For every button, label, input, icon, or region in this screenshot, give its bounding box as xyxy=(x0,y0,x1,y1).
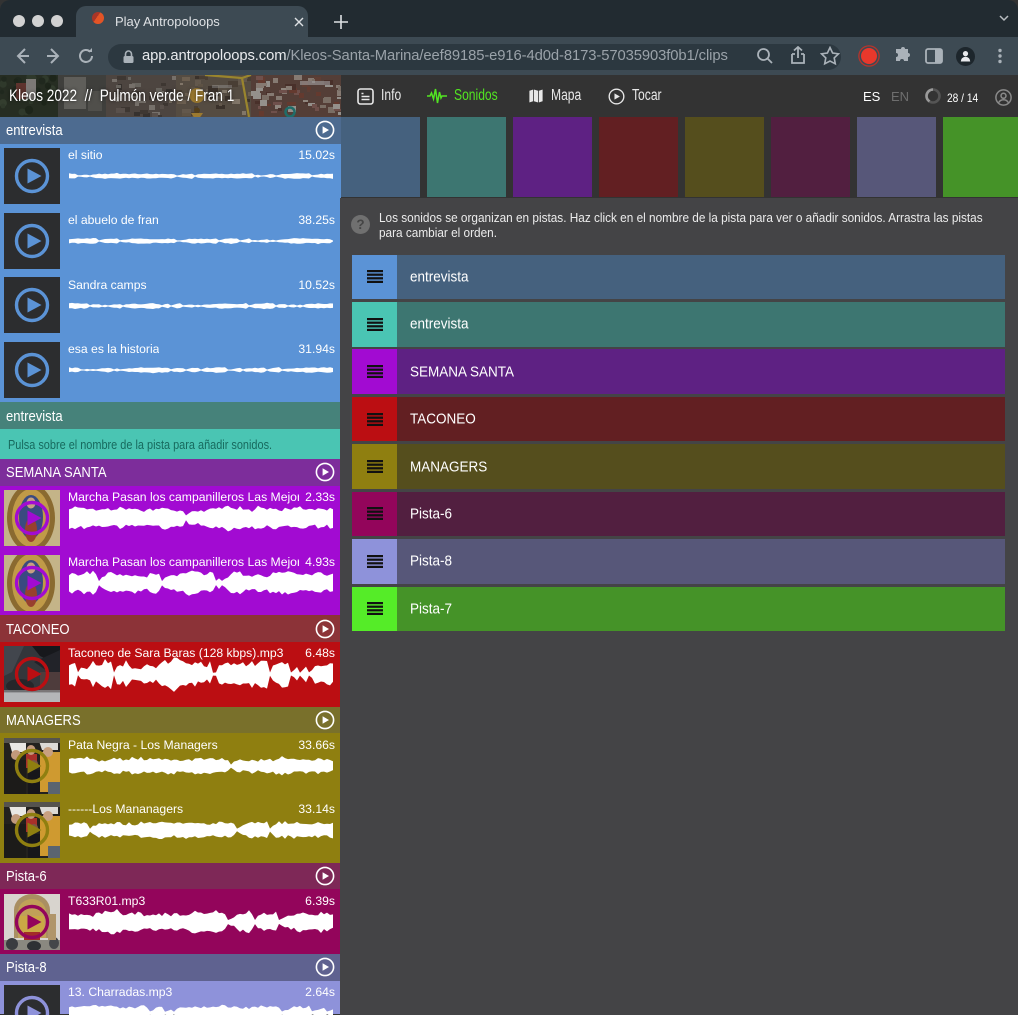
svg-text:?: ? xyxy=(356,217,364,232)
